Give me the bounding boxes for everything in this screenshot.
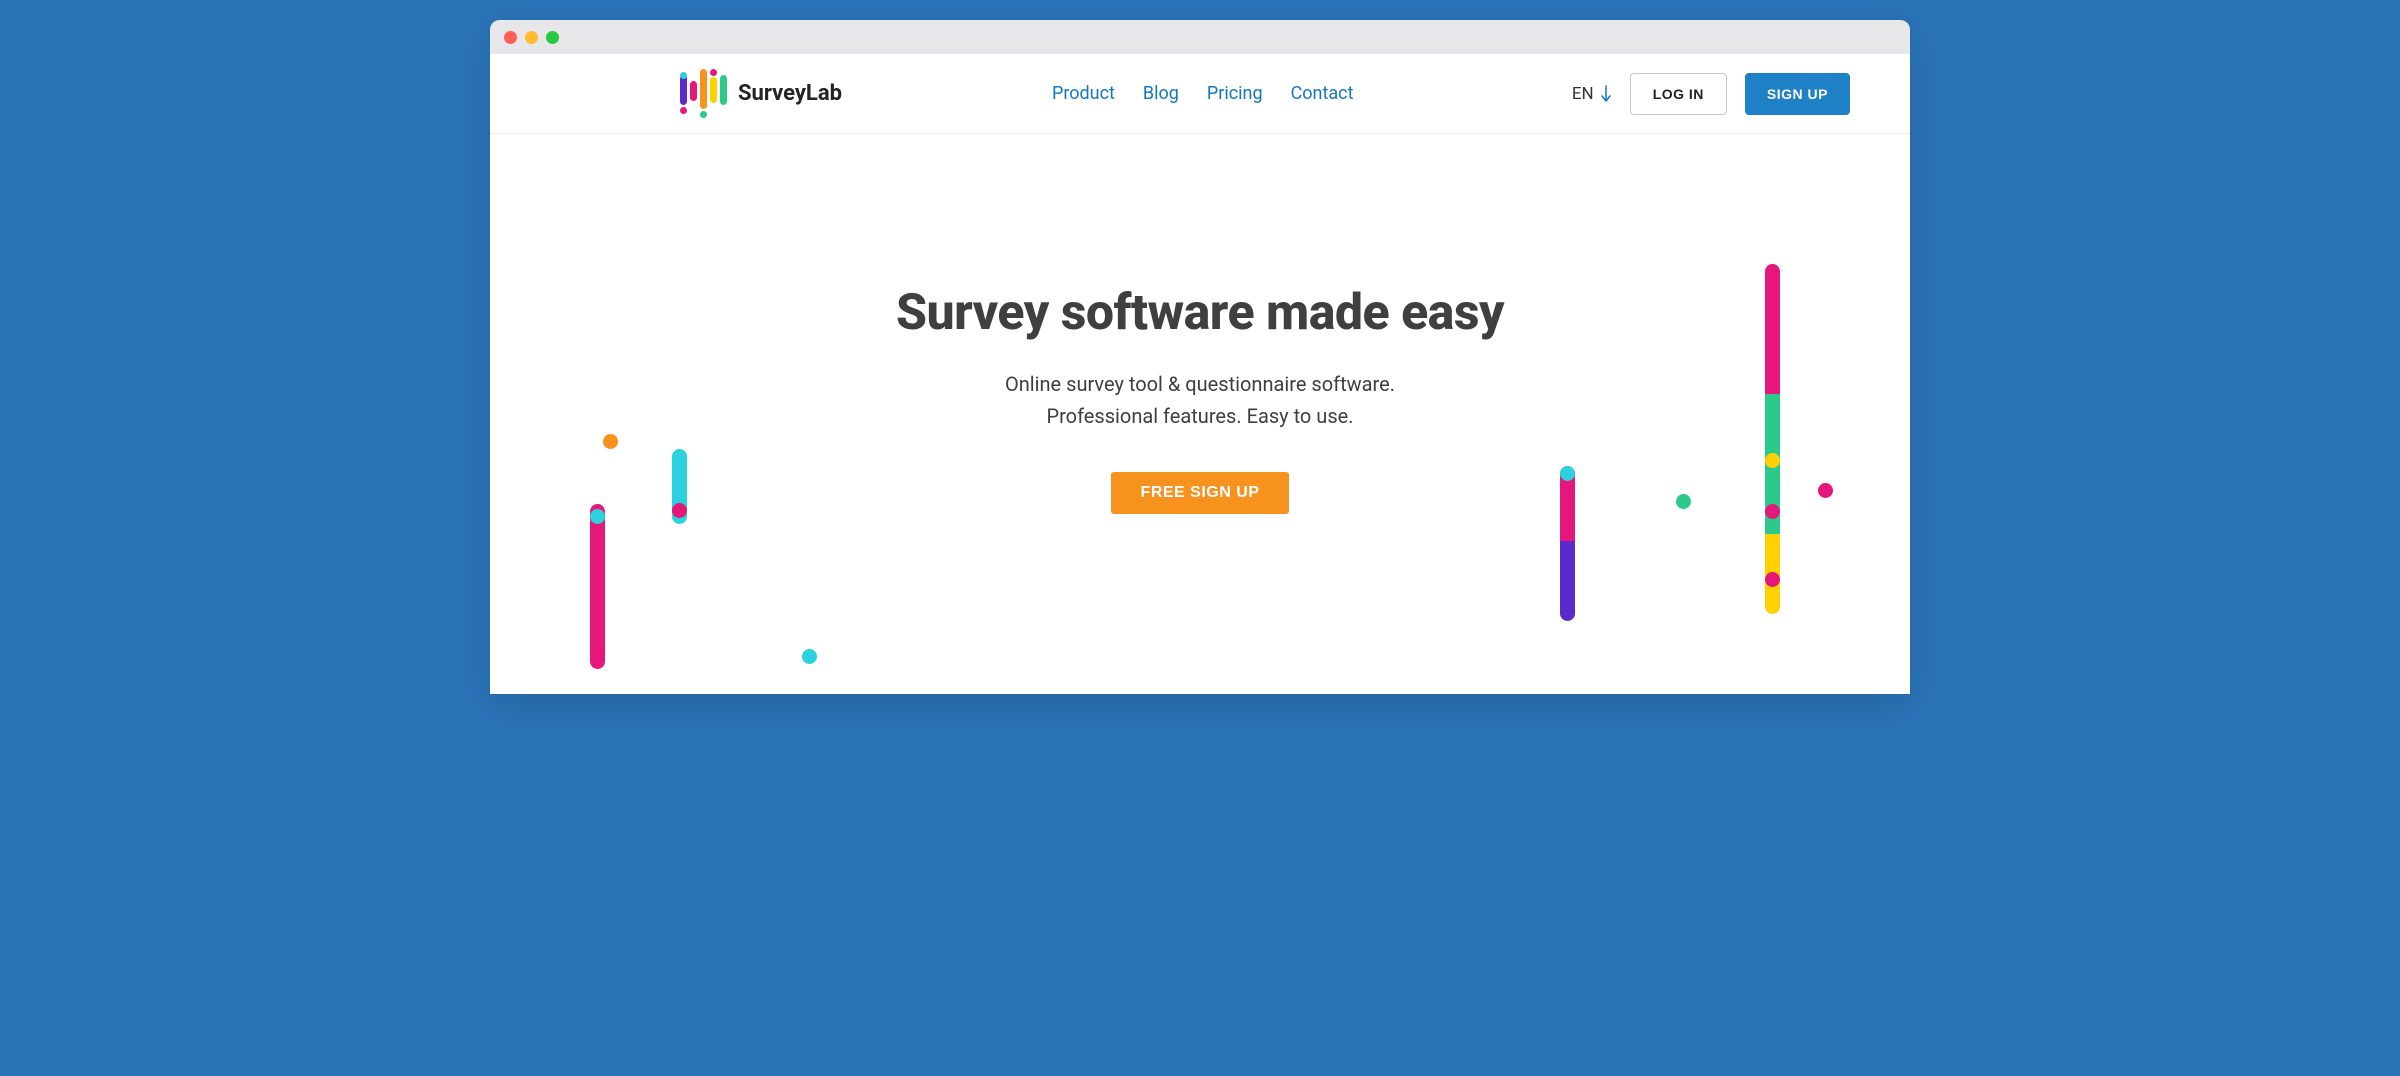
brand-logo[interactable]: SurveyLab xyxy=(680,69,842,119)
signup-button[interactable]: SIGN UP xyxy=(1745,73,1850,115)
hero-cta-row: FREE SIGN UP xyxy=(1111,472,1290,514)
arrow-down-icon xyxy=(1600,85,1612,103)
hero-subtitle-line: Online survey tool & questionnaire softw… xyxy=(1005,372,1395,396)
language-switcher[interactable]: EN xyxy=(1572,84,1612,104)
window-minimize-icon[interactable] xyxy=(525,31,538,44)
site-header: SurveyLab Product Blog Pricing Contact E… xyxy=(490,54,1910,134)
hero-title: Survey software made easy xyxy=(896,284,1504,342)
page-body: SurveyLab Product Blog Pricing Contact E… xyxy=(490,54,1910,694)
browser-frame: SurveyLab Product Blog Pricing Contact E… xyxy=(490,20,1910,694)
main-nav: Product Blog Pricing Contact xyxy=(1052,83,1354,104)
hero-subtitle-line: Professional features. Easy to use. xyxy=(1046,404,1353,428)
window-maximize-icon[interactable] xyxy=(546,31,559,44)
language-label: EN xyxy=(1572,84,1594,104)
nav-contact[interactable]: Contact xyxy=(1291,83,1354,104)
window-titlebar xyxy=(490,20,1910,54)
nav-product[interactable]: Product xyxy=(1052,83,1115,104)
nav-pricing[interactable]: Pricing xyxy=(1207,83,1263,104)
brand-name: SurveyLab xyxy=(738,81,842,106)
brand-logo-icon xyxy=(680,69,726,119)
free-signup-button[interactable]: FREE SIGN UP xyxy=(1111,472,1290,514)
header-actions: EN LOG IN SIGN UP xyxy=(1572,73,1850,115)
nav-blog[interactable]: Blog xyxy=(1143,83,1179,104)
hero: Survey software made easy Online survey … xyxy=(490,134,1910,694)
login-button[interactable]: LOG IN xyxy=(1630,73,1727,115)
hero-subtitle: Online survey tool & questionnaire softw… xyxy=(1005,368,1395,432)
window-close-icon[interactable] xyxy=(504,31,517,44)
